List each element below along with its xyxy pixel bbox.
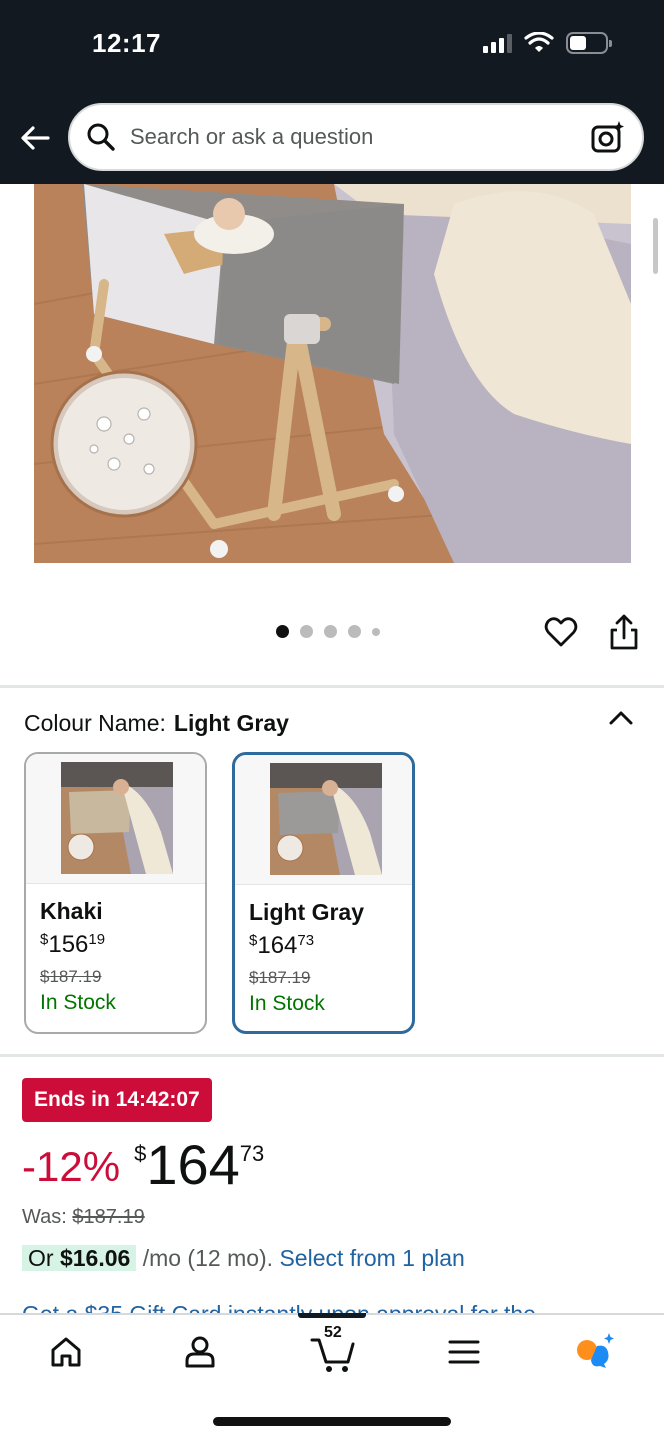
- price-fraction: 73: [239, 1141, 265, 1166]
- plan-suffix: /mo (12 mo).: [142, 1245, 274, 1271]
- gallery-dot-5[interactable]: [372, 627, 380, 636]
- price-whole: 164: [146, 1133, 240, 1196]
- active-tab-indicator: [298, 1313, 366, 1318]
- home-indicator: [213, 1417, 451, 1426]
- swatch-thumbnail: [270, 763, 382, 875]
- select-plan-link[interactable]: Select from 1 plan: [279, 1245, 464, 1271]
- swatch-was-price: $187.19: [249, 968, 311, 987]
- section-divider: [0, 1054, 664, 1057]
- product-photo: [34, 184, 631, 563]
- swatch-price: $16473: [249, 932, 412, 960]
- currency-symbol: $: [134, 1141, 147, 1166]
- camera-lens-icon[interactable]: [590, 119, 626, 155]
- share-icon[interactable]: [606, 612, 642, 652]
- price-fraction: 73: [297, 932, 315, 949]
- swatch-thumbnail: [61, 762, 173, 874]
- cart-count: 52: [324, 1324, 342, 1341]
- section-divider: [0, 685, 664, 688]
- gallery-dot-1[interactable]: [276, 625, 289, 638]
- monthly-payment-highlight: Or $16.06: [22, 1245, 137, 1271]
- account-icon[interactable]: [178, 1330, 222, 1374]
- cart-button[interactable]: 52: [310, 1324, 358, 1374]
- back-arrow-icon[interactable]: [18, 120, 54, 156]
- scrollbar[interactable]: [653, 218, 658, 274]
- search-icon: [87, 123, 115, 151]
- price-row: -12% $ 164 73: [22, 1133, 264, 1197]
- battery-icon: [566, 32, 612, 54]
- swatch-was-price: $187.19: [40, 967, 102, 986]
- colour-label-text: Colour Name:: [24, 710, 166, 736]
- search-placeholder: Search or ask a question: [130, 124, 374, 149]
- gallery-dot-3[interactable]: [324, 625, 337, 638]
- swatch-image: [235, 755, 412, 885]
- price-whole: 164: [257, 932, 298, 959]
- was-price: $187.19: [72, 1206, 145, 1228]
- price-fraction: 19: [88, 931, 106, 948]
- swatch-name: Khaki: [40, 898, 103, 924]
- status-icons: [483, 32, 612, 54]
- colour-selected-name: Light Gray: [173, 710, 289, 736]
- rufus-assistant-icon[interactable]: [572, 1330, 616, 1374]
- payment-plan-row: Or $16.06 /mo (12 mo). Select from 1 pla…: [22, 1245, 465, 1272]
- menu-icon[interactable]: [442, 1330, 486, 1374]
- image-gallery-dots[interactable]: [276, 625, 380, 638]
- price-whole: 156: [48, 931, 89, 958]
- was-label: Was:: [22, 1206, 67, 1228]
- swatch-image: [26, 754, 205, 884]
- colour-option-khaki[interactable]: Khaki $15619 $187.19 In Stock: [24, 752, 207, 1034]
- top-bar: 12:17 Search or ask a question: [0, 0, 664, 184]
- was-price-row: Was: $187.19: [22, 1206, 145, 1229]
- swatch-price: $15619: [40, 931, 205, 959]
- gallery-dot-4[interactable]: [348, 625, 361, 638]
- cellular-signal-icon: [483, 33, 512, 53]
- swatch-name: Light Gray: [249, 899, 365, 925]
- home-icon[interactable]: [44, 1330, 88, 1374]
- swatch-stock: In Stock: [40, 991, 116, 1014]
- swatch-stock: In Stock: [249, 992, 325, 1015]
- deal-countdown-badge: Ends in 14:42:07: [22, 1078, 212, 1122]
- discount-percent: -12%: [22, 1143, 121, 1190]
- colour-option-light-gray[interactable]: Light Gray $16473 $187.19 In Stock: [232, 752, 415, 1034]
- wifi-icon: [524, 32, 554, 52]
- plan-amount: $16.06: [59, 1245, 131, 1271]
- gift-card-offer-link[interactable]: Get a $35 Gift Card instantly upon appro…: [22, 1300, 536, 1314]
- product-image[interactable]: [34, 184, 631, 563]
- status-time: 12:17: [92, 28, 161, 58]
- chevron-up-icon[interactable]: [606, 704, 636, 730]
- gallery-dot-2[interactable]: [300, 625, 313, 638]
- search-input[interactable]: Search or ask a question: [68, 103, 644, 171]
- heart-icon[interactable]: [543, 614, 579, 650]
- colour-label: Colour Name: Light Gray: [24, 710, 289, 737]
- plan-prefix: Or: [28, 1245, 54, 1271]
